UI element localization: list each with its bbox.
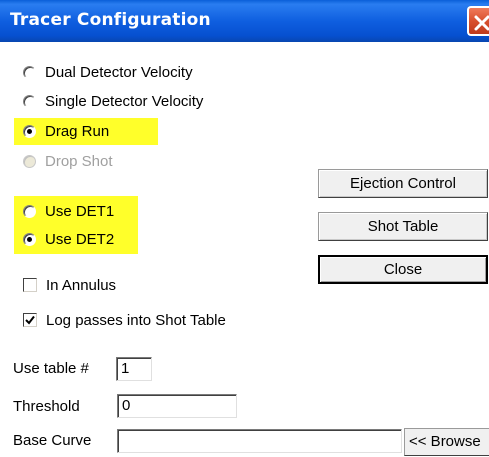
threshold-input[interactable]: 0 bbox=[117, 394, 237, 418]
radio-drop-shot-label: Drop Shot bbox=[45, 152, 113, 170]
radio-dual-detector-velocity-label: Dual Detector Velocity bbox=[45, 63, 193, 81]
window-title: Tracer Configuration bbox=[10, 10, 211, 30]
checkbox-in-annulus-box[interactable] bbox=[23, 278, 37, 292]
radio-drop-shot: Drop Shot bbox=[23, 151, 113, 171]
checkbox-log-passes-label: Log passes into Shot Table bbox=[46, 311, 226, 329]
checkmark-icon bbox=[25, 315, 35, 325]
title-bar[interactable]: Tracer Configuration bbox=[0, 0, 489, 42]
radio-dual-detector-velocity[interactable]: Dual Detector Velocity bbox=[23, 62, 193, 82]
radio-use-det1[interactable]: Use DET1 bbox=[23, 201, 114, 221]
threshold-label: Threshold bbox=[13, 398, 80, 415]
radio-drag-run[interactable]: Drag Run bbox=[23, 121, 109, 141]
radio-use-det2[interactable]: Use DET2 bbox=[23, 229, 114, 249]
base-curve-input[interactable] bbox=[117, 429, 402, 453]
radio-single-detector-velocity-label: Single Detector Velocity bbox=[45, 92, 204, 110]
checkbox-log-passes-box[interactable] bbox=[23, 313, 37, 327]
close-button[interactable]: Close bbox=[318, 255, 488, 284]
ejection-control-button[interactable]: Ejection Control bbox=[318, 169, 488, 198]
window-close-button[interactable] bbox=[467, 6, 489, 36]
checkbox-in-annulus-label: In Annulus bbox=[46, 276, 117, 294]
base-curve-label: Base Curve bbox=[13, 432, 92, 449]
use-table-input[interactable]: 1 bbox=[116, 357, 152, 381]
checkbox-log-passes[interactable]: Log passes into Shot Table bbox=[23, 310, 226, 330]
shot-table-button[interactable]: Shot Table bbox=[318, 212, 488, 241]
radio-single-detector-velocity-indicator[interactable] bbox=[23, 94, 36, 108]
radio-drag-run-label: Drag Run bbox=[45, 122, 110, 140]
radio-drag-run-indicator[interactable] bbox=[23, 124, 36, 138]
radio-use-det2-label: Use DET2 bbox=[45, 230, 115, 248]
radio-use-det1-indicator[interactable] bbox=[23, 204, 36, 218]
browse-button[interactable]: << Browse bbox=[404, 428, 489, 456]
radio-drop-shot-indicator bbox=[23, 154, 36, 168]
use-table-label: Use table # bbox=[13, 360, 89, 377]
close-x-icon bbox=[474, 15, 489, 31]
radio-use-det1-label: Use DET1 bbox=[45, 202, 115, 220]
radio-single-detector-velocity[interactable]: Single Detector Velocity bbox=[23, 91, 203, 111]
radio-use-det2-indicator[interactable] bbox=[23, 232, 36, 246]
checkbox-in-annulus[interactable]: In Annulus bbox=[23, 275, 116, 295]
radio-dual-detector-velocity-indicator[interactable] bbox=[23, 65, 36, 79]
